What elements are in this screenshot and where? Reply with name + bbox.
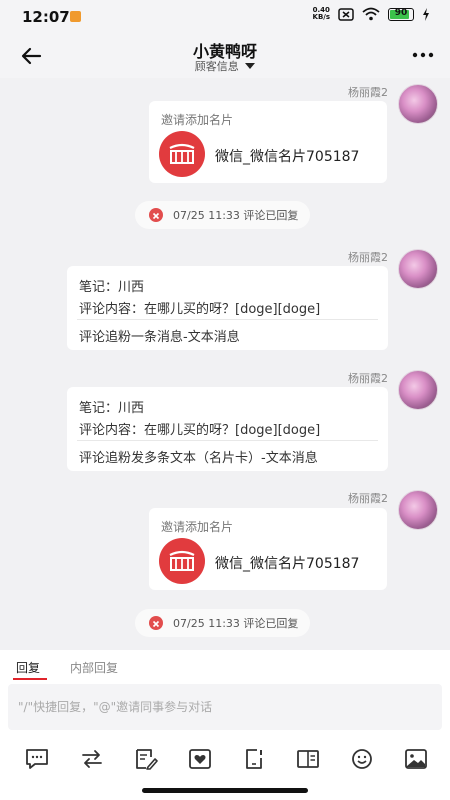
close-circle-icon [149, 208, 163, 222]
reply-tabs: 回复 内部回复 [0, 650, 450, 684]
phone-info-icon[interactable] [242, 748, 266, 770]
reply-toolbar [0, 742, 450, 776]
heart-card-icon[interactable] [188, 748, 212, 770]
card-logo-icon [159, 131, 205, 177]
battery-text: 90 [394, 7, 408, 18]
home-indicator[interactable] [142, 788, 308, 793]
avatar[interactable] [398, 249, 438, 289]
tab-internal-reply[interactable]: 内部回复 [70, 659, 118, 676]
more-options-icon[interactable] [410, 44, 436, 66]
emoji-icon[interactable] [350, 748, 374, 770]
contact-card-message[interactable]: 邀请添加名片 微信_微信名片705187 [149, 101, 387, 183]
note-title: 笔记：川西 [79, 401, 145, 416]
book-icon[interactable] [296, 748, 320, 770]
tab-reply[interactable]: 回复 [16, 659, 40, 676]
divider [77, 440, 378, 441]
status-time: 12:07 [22, 8, 70, 26]
active-tab-indicator [13, 678, 47, 680]
sender-name: 杨丽霞2 [348, 86, 388, 99]
caret-down-icon [245, 63, 256, 69]
system-notice-text: 07/25 11:33 评论已回复 [173, 617, 299, 630]
battery-icon: 90 [388, 7, 414, 21]
card-name: 微信_微信名片705187 [215, 149, 360, 165]
system-notice: 07/25 11:33 评论已回复 [135, 201, 311, 229]
chat-header: 小黄鸭呀 顾客信息 [0, 34, 450, 78]
comment-content: 评论内容：在哪儿买的呀？[doge][doge] [79, 423, 321, 438]
chat-bubble-icon[interactable] [25, 748, 49, 770]
avatar[interactable] [398, 370, 438, 410]
close-circle-icon [149, 616, 163, 630]
customer-info-dropdown[interactable]: 顾客信息 [0, 58, 450, 74]
sender-name: 杨丽霞2 [348, 372, 388, 385]
app-notification-icon [70, 11, 81, 22]
message-type-text: 评论追粉一条消息-文本消息 [79, 330, 240, 345]
reply-panel: 回复 内部回复 [0, 650, 450, 800]
image-icon[interactable] [404, 748, 428, 770]
card-label: 邀请添加名片 [161, 113, 234, 127]
charging-icon [423, 7, 429, 21]
wifi-icon [362, 7, 380, 21]
contact-card-message[interactable]: 邀请添加名片 微信_微信名片705187 [149, 508, 387, 590]
chat-message-list[interactable]: 杨丽霞2 邀请添加名片 微信_微信名片705187 07/25 11:33 评论… [0, 78, 450, 650]
comment-content: 评论内容：在哪儿买的呀？[doge][doge] [79, 302, 321, 317]
note-comment-message[interactable]: 笔记：川西 评论内容：在哪儿买的呀？[doge][doge] 评论追粉发多条文本… [67, 387, 388, 471]
system-notice: 07/25 11:33 评论已回复 [135, 609, 311, 637]
customer-info-label: 顾客信息 [194, 60, 239, 73]
reply-input[interactable] [8, 684, 442, 730]
network-speed-unit: KB/s [312, 13, 330, 21]
note-title: 笔记：川西 [79, 280, 145, 295]
status-bar: 12:07 0.40 KB/s 90 [0, 0, 450, 34]
sender-name: 杨丽霞2 [348, 492, 388, 505]
note-comment-message[interactable]: 笔记：川西 评论内容：在哪儿买的呀？[doge][doge] 评论追粉一条消息-… [67, 266, 388, 350]
system-notice-text: 07/25 11:33 评论已回复 [173, 209, 299, 222]
status-right: 0.40 KB/s 90 [313, 7, 430, 21]
card-logo-icon [159, 538, 205, 584]
sim-x-icon [338, 7, 354, 21]
card-name: 微信_微信名片705187 [215, 556, 360, 572]
sender-name: 杨丽霞2 [348, 251, 388, 264]
avatar[interactable] [398, 84, 438, 124]
transfer-icon[interactable] [80, 748, 104, 770]
card-label: 邀请添加名片 [161, 520, 234, 534]
avatar[interactable] [398, 490, 438, 530]
message-type-text: 评论追粉发多条文本（名片卡）-文本消息 [79, 451, 318, 466]
divider [77, 319, 378, 320]
network-speed: 0.40 KB/s [313, 7, 330, 21]
edit-note-icon[interactable] [134, 748, 158, 770]
